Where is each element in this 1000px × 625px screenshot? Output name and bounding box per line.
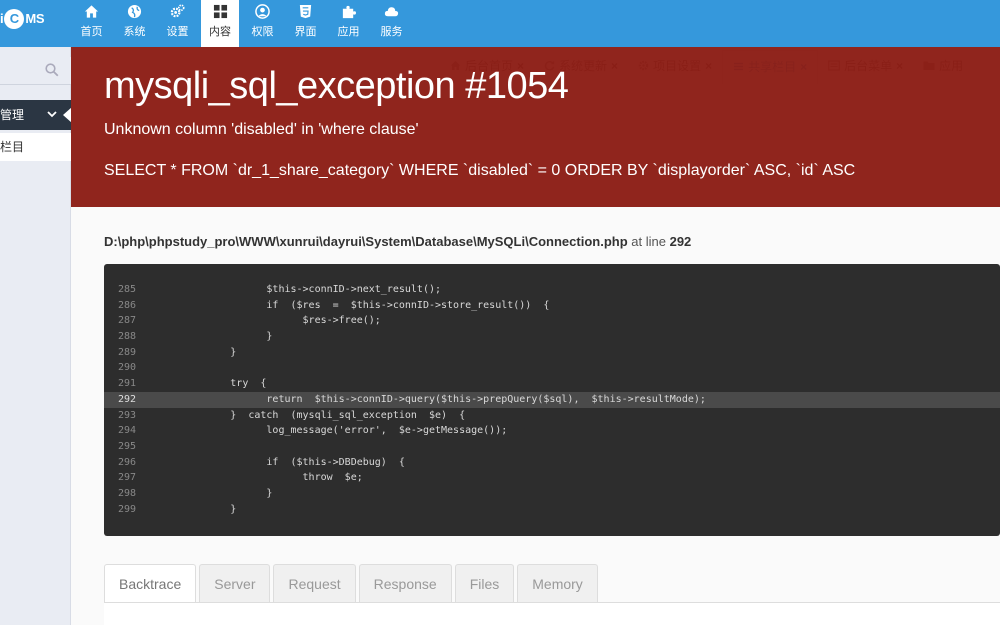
debug-tab-request[interactable]: Request	[273, 564, 356, 602]
search-icon[interactable]	[45, 63, 59, 82]
logo[interactable]: i C MS	[0, 0, 70, 47]
sidebar-search[interactable]	[0, 57, 71, 85]
debug-tabs: Backtrace Server Request Response Files Memor…	[104, 564, 601, 602]
sidebar-item-category[interactable]: 栏目	[0, 133, 71, 161]
error-file-path: D:\php\phpstudy_pro\WWW\xunrui\dayrui\Sy…	[104, 234, 628, 249]
code-text: }	[146, 331, 273, 343]
code-line: 296 if ($this->DBDebug) {	[104, 455, 1000, 471]
code-line: 291 try {	[104, 376, 1000, 392]
error-line-number: 292	[669, 234, 692, 249]
code-text: $this->connID->next_result();	[146, 284, 442, 295]
code-text: }	[146, 487, 273, 499]
nav-item-4[interactable]: 权限	[241, 0, 284, 47]
nav-item-5[interactable]: 界面	[284, 0, 327, 47]
debug-tab-response[interactable]: Response	[358, 564, 452, 602]
line-number: 289	[118, 346, 137, 358]
error-message: Unknown column 'disabled' in 'where clau…	[104, 121, 419, 138]
code-line: 294 log_message('error', $e->getMessage(…	[104, 423, 1000, 439]
sidebar-menu-label: 管理	[0, 108, 25, 122]
line-number: 294	[118, 425, 137, 437]
sidebar-menu-group[interactable]: 管理	[0, 100, 72, 130]
nav-item-label: 首页	[80, 26, 103, 38]
code-line: 288 }	[104, 329, 1000, 345]
code-text: try {	[146, 378, 267, 390]
line-number: 296	[118, 456, 137, 468]
debug-tab-backtrace[interactable]: Backtrace	[104, 564, 197, 602]
at-line-text: at line	[631, 234, 666, 249]
line-number: 287	[118, 315, 137, 327]
puzzle-icon	[327, 4, 370, 20]
line-number: 290	[118, 362, 137, 374]
grid-icon	[201, 4, 239, 20]
debug-tab-server[interactable]: Server	[199, 564, 271, 602]
code-line: 286 if ($res = $this->connID->store_resu…	[104, 298, 1000, 314]
nav-item-7[interactable]: 服务	[370, 0, 413, 47]
code-line: 293 } catch (mysqli_sql_exception $e) {	[104, 408, 1000, 424]
cogs-icon	[156, 4, 199, 20]
code-line: 289 }	[104, 345, 1000, 361]
line-number: 288	[118, 331, 137, 343]
line-number: 293	[118, 409, 137, 421]
logo-text: i C MS	[0, 9, 45, 29]
line-number: 295	[118, 440, 137, 452]
error-content: D:\php\phpstudy_pro\WWW\xunrui\dayrui\Sy…	[71, 207, 1000, 625]
line-number: 298	[118, 487, 137, 499]
error-file-location: D:\php\phpstudy_pro\WWW\xunrui\dayrui\Sy…	[104, 234, 691, 249]
code-text: throw $e;	[146, 472, 363, 484]
code-text: }	[146, 346, 237, 358]
line-number: 291	[118, 378, 137, 390]
nav-item-0[interactable]: 首页	[70, 0, 113, 47]
error-sql: SELECT * FROM `dr_1_share_category` WHER…	[104, 162, 856, 179]
left-sidebar: 管理 栏目	[0, 47, 72, 625]
code-text: } catch (mysqli_sql_exception $e) {	[146, 409, 466, 421]
line-number: 286	[118, 299, 137, 311]
code-text: if ($this->DBDebug) {	[146, 456, 405, 468]
nav-item-label: 应用	[337, 26, 360, 38]
nav-item-label: 权限	[251, 26, 274, 38]
code-line: 298 }	[104, 486, 1000, 502]
cloud-icon	[370, 4, 413, 20]
code-line: 287 $res->free();	[104, 313, 1000, 329]
debug-tab-files[interactable]: Files	[454, 564, 515, 602]
html5-icon	[284, 4, 327, 20]
source-code-block: 285 $this->connID->next_result(); 286 if …	[104, 264, 1000, 536]
top-navbar: i C MS 首页 系统 设置 内容 权限 界面 应用 服务	[0, 0, 1000, 47]
sidebar-item-label: 栏目	[0, 140, 25, 154]
code-line: 290	[104, 360, 1000, 376]
code-line: 292 return $this->connID->query($this->p…	[104, 391, 1000, 408]
nav-item-2[interactable]: 设置	[156, 0, 199, 47]
code-line: 299 }	[104, 502, 1000, 518]
nav-item-1[interactable]: 系统	[113, 0, 156, 47]
line-number: 299	[118, 503, 137, 515]
line-number: 292	[118, 393, 137, 405]
nav-item-label: 系统	[123, 26, 146, 38]
globe-icon	[113, 4, 156, 20]
nav-item-label: 服务	[380, 26, 403, 38]
line-number: 285	[118, 284, 137, 295]
debug-tab-panel	[104, 602, 1000, 625]
main-nav: 首页 系统 设置 内容 权限 界面 应用 服务	[70, 0, 413, 47]
nav-item-label: 设置	[166, 26, 189, 38]
error-title: mysqli_sql_exception #1054	[104, 65, 569, 107]
nav-item-6[interactable]: 应用	[327, 0, 370, 47]
code-text: if ($res = $this->connID->store_result()…	[146, 299, 550, 311]
code-line: 285 $this->connID->next_result();	[104, 282, 1000, 298]
line-number: 297	[118, 472, 137, 484]
nav-item-3[interactable]: 内容	[201, 0, 239, 47]
code-text: }	[146, 503, 237, 515]
code-text: $res->free();	[146, 315, 381, 327]
debug-tab-memory[interactable]: Memory	[517, 564, 598, 602]
home-icon	[70, 4, 113, 20]
error-header: mysqli_sql_exception #1054 Unknown colum…	[71, 47, 1000, 207]
code-text: return $this->connID->query($this->prepQ…	[146, 393, 706, 405]
code-text: log_message('error', $e->getMessage());	[146, 425, 508, 437]
nav-item-label: 界面	[294, 26, 317, 38]
nav-item-label: 内容	[209, 26, 231, 38]
user-icon	[241, 4, 284, 20]
code-line: 295	[104, 439, 1000, 455]
code-line: 297 throw $e;	[104, 470, 1000, 486]
